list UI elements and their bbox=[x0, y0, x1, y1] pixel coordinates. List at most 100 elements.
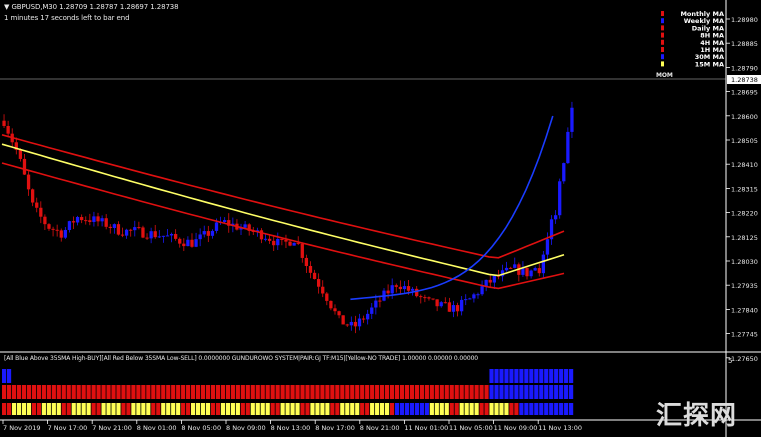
indicator-bar-row3 bbox=[554, 403, 559, 415]
indicator-bar-row2 bbox=[414, 385, 420, 399]
indicator-bar-row3 bbox=[340, 403, 345, 415]
candle-body bbox=[476, 294, 480, 296]
candle-body bbox=[169, 233, 174, 236]
indicator-bar-row2 bbox=[384, 385, 390, 399]
moving-average-lines bbox=[1, 115, 565, 301]
price-tick-label: 1.28600 bbox=[731, 113, 758, 121]
indicator-bar-row3 bbox=[330, 403, 335, 415]
indicator-bar-row2 bbox=[389, 385, 395, 399]
indicator-bar-row2 bbox=[380, 385, 385, 399]
indicator-bar-row2 bbox=[544, 385, 549, 399]
indicator-bar-row2 bbox=[360, 385, 365, 399]
indicator-bar-row1 bbox=[509, 369, 514, 383]
indicator-bar-row3 bbox=[171, 403, 176, 415]
indicator-bar-row2 bbox=[419, 385, 424, 399]
ma-legend-marker bbox=[661, 11, 664, 16]
candle-body bbox=[92, 216, 96, 222]
indicator-bar-row3 bbox=[265, 403, 270, 415]
time-tick-label: 8 Nov 21:00 bbox=[360, 424, 400, 432]
indicator-bar-row3 bbox=[444, 403, 449, 415]
indicator-bar-row2 bbox=[11, 385, 17, 399]
indicator-bar-row2 bbox=[255, 385, 260, 399]
indicator-bar-row3 bbox=[524, 403, 529, 415]
indicator-bar-row2 bbox=[156, 385, 161, 399]
indicator-bar-row2 bbox=[2, 385, 7, 399]
indicator-bar-row2 bbox=[489, 385, 494, 399]
candle-body bbox=[263, 238, 268, 240]
indicator-bar-row2 bbox=[126, 385, 131, 399]
candle-body bbox=[349, 321, 353, 326]
indicator-bar-row3 bbox=[320, 403, 325, 415]
time-axis-ticks: 7 Nov 2019 7 Nov 17:00 7 Nov 21:00 8 Nov 01… bbox=[2, 420, 582, 432]
candle-body bbox=[214, 222, 219, 231]
candle-body bbox=[178, 238, 182, 244]
indicator-bar-row3 bbox=[424, 403, 429, 415]
indicator-bar-row3 bbox=[345, 403, 350, 415]
candle-body bbox=[562, 163, 566, 182]
indicator-bar-row3 bbox=[81, 403, 86, 415]
indicator-bar-row3 bbox=[126, 403, 131, 415]
indicator-bar-row3 bbox=[106, 403, 111, 415]
candle-body bbox=[22, 158, 27, 175]
indicator-bar-row3 bbox=[6, 403, 12, 415]
indicator-bar-row3 bbox=[419, 403, 424, 415]
indicator-bar-row3 bbox=[290, 403, 295, 415]
indicator-bar-row3 bbox=[499, 403, 504, 415]
indicator-bar-row3 bbox=[399, 403, 405, 415]
indicator-bar-row3 bbox=[225, 403, 230, 415]
ma-legend-marker bbox=[661, 25, 664, 31]
time-tick-label: 7 Nov 17:00 bbox=[48, 424, 88, 432]
indicator-bar-row2 bbox=[285, 385, 290, 399]
indicator-bar-row3 bbox=[36, 403, 41, 415]
candle-body bbox=[304, 257, 309, 267]
indicator-bar-row3 bbox=[161, 403, 166, 415]
indicator-bar-row2 bbox=[275, 385, 280, 399]
indicator-bar-row3 bbox=[429, 403, 434, 415]
chart-canvas[interactable]: 1.28980 1.28885 1.28790 1.28695 1.28600 1.285… bbox=[0, 0, 761, 437]
candle-body bbox=[194, 239, 198, 247]
dropdown-arrow-icon[interactable]: ▼ bbox=[4, 3, 9, 11]
indicator-bar-row2 bbox=[146, 385, 151, 399]
candle-body bbox=[210, 230, 215, 236]
candle-body bbox=[59, 230, 63, 238]
indicator-bar-row1 bbox=[504, 369, 509, 383]
candle-body bbox=[410, 288, 415, 291]
indicator-bar-row3 bbox=[404, 403, 410, 415]
indicator-bar-row2 bbox=[41, 385, 46, 399]
indicator-bar-row2 bbox=[464, 385, 469, 399]
indicator-bar-row3 bbox=[86, 403, 91, 415]
indicator-bar-row2 bbox=[210, 385, 216, 399]
indicator-bar-row3 bbox=[56, 403, 61, 415]
candle-body bbox=[386, 290, 390, 294]
candle-body bbox=[566, 131, 570, 164]
indicator-bar-row1 bbox=[6, 369, 12, 383]
indicator-bar-row2 bbox=[325, 385, 330, 399]
indicator-bar-row3 bbox=[285, 403, 290, 415]
time-tick-label: 11 Nov 05:00 bbox=[449, 424, 493, 432]
indicator-bar-row2 bbox=[171, 385, 176, 399]
candle-body bbox=[353, 321, 358, 327]
candle-body bbox=[427, 297, 431, 299]
indicator-bar-row2 bbox=[429, 385, 434, 399]
indicator-bar-row2 bbox=[424, 385, 429, 399]
candle-body bbox=[435, 299, 439, 307]
indicator-bar-row3 bbox=[315, 403, 320, 415]
indicator-bar-row3 bbox=[205, 403, 211, 415]
mom-label: MOM bbox=[656, 72, 673, 79]
indicator-bar-row3 bbox=[275, 403, 280, 415]
price-tick-label: 1.27840 bbox=[731, 306, 758, 314]
indicator-bar-row2 bbox=[56, 385, 61, 399]
candle-body bbox=[468, 298, 472, 300]
price-tick-label: 1.28030 bbox=[731, 258, 758, 266]
time-tick-label: 8 Nov 09:00 bbox=[226, 424, 266, 432]
price-tick-label: 1.28220 bbox=[731, 210, 758, 218]
indicator-bar-row2 bbox=[16, 385, 22, 399]
indicator-bar-row3 bbox=[310, 403, 315, 415]
ma-yellow bbox=[1, 143, 565, 277]
indicator-bar-row3 bbox=[479, 403, 484, 415]
indicator-bar-row2 bbox=[161, 385, 166, 399]
indicator-bar-row3 bbox=[519, 403, 524, 415]
indicator-bar-row2 bbox=[409, 385, 415, 399]
indicator-right-label: 5 bbox=[728, 357, 733, 365]
indicator-bar-row2 bbox=[459, 385, 464, 399]
